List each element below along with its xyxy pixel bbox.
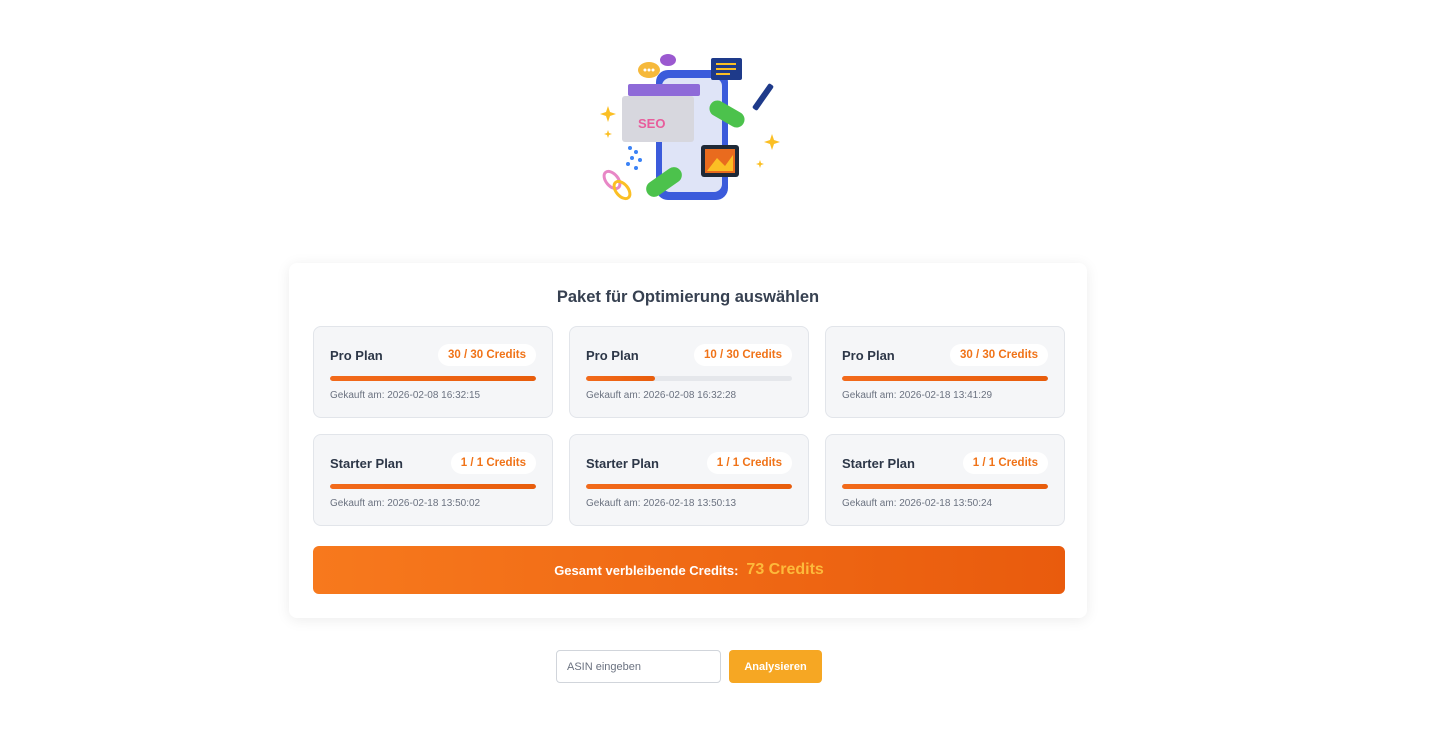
credits-progress-fill [586, 484, 792, 489]
plan-card[interactable]: Pro Plan 10 / 30 Credits Gekauft am: 202… [569, 326, 809, 418]
purchase-date: Gekauft am: 2026-02-08 16:32:15 [330, 390, 481, 401]
credits-progress-fill [330, 376, 536, 381]
credits-badge: 30 / 30 Credits [438, 344, 536, 366]
credits-badge: 1 / 1 Credits [962, 452, 1048, 474]
credits-progress-fill [330, 484, 536, 489]
total-credits-label: Gesamt verbleibende Credits: [554, 562, 739, 578]
plan-name: Starter Plan [586, 456, 659, 471]
asin-search-row: Analysieren [556, 650, 822, 683]
purchase-date: Gekauft am: 2026-02-18 13:41:29 [842, 390, 993, 401]
credits-progress-bar [330, 484, 536, 489]
credits-progress-bar [586, 484, 792, 489]
credits-progress-fill [586, 376, 655, 381]
credits-progress-fill [842, 484, 1048, 489]
credits-badge: 30 / 30 Credits [950, 344, 1048, 366]
plan-grid: Pro Plan 30 / 30 Credits Gekauft am: 202… [313, 326, 1065, 526]
plan-name: Pro Plan [842, 348, 895, 363]
panel-title: Paket für Optimierung auswählen [556, 288, 820, 306]
purchase-date: Gekauft am: 2026-02-08 16:32:28 [586, 390, 737, 401]
asin-input[interactable] [556, 650, 721, 683]
total-credits-bar: Gesamt verbleibende Credits: 73 Credits [313, 546, 1065, 594]
plan-name: Starter Plan [330, 456, 403, 471]
plan-name: Starter Plan [842, 456, 915, 471]
plan-card[interactable]: Pro Plan 30 / 30 Credits Gekauft am: 202… [825, 326, 1065, 418]
total-credits-value: 73 Credits [746, 561, 824, 578]
credits-progress-bar [586, 376, 792, 381]
purchase-date: Gekauft am: 2026-02-18 13:50:02 [330, 498, 481, 509]
plan-card[interactable]: Starter Plan 1 / 1 Credits Gekauft am: 2… [569, 434, 809, 526]
credits-badge: 1 / 1 Credits [706, 452, 792, 474]
credits-progress-bar [842, 376, 1048, 381]
plan-card[interactable]: Starter Plan 1 / 1 Credits Gekauft am: 2… [825, 434, 1065, 526]
package-selection-panel: Paket für Optimierung auswählen Pro Plan… [289, 263, 1087, 618]
plan-name: Pro Plan [330, 348, 383, 363]
credits-progress-fill [842, 376, 1048, 381]
plan-card[interactable]: Pro Plan 30 / 30 Credits Gekauft am: 202… [313, 326, 553, 418]
analyze-button[interactable]: Analysieren [729, 650, 822, 683]
seo-illustration-icon: SEO [600, 54, 780, 201]
credits-progress-bar [330, 376, 536, 381]
credits-progress-bar [842, 484, 1048, 489]
purchase-date: Gekauft am: 2026-02-18 13:50:13 [586, 498, 737, 509]
svg-text:SEO: SEO [638, 116, 665, 131]
plan-card[interactable]: Starter Plan 1 / 1 Credits Gekauft am: 2… [313, 434, 553, 526]
plan-name: Pro Plan [586, 348, 639, 363]
seo-illustration: SEO [590, 48, 790, 208]
credits-badge: 1 / 1 Credits [450, 452, 536, 474]
credits-badge: 10 / 30 Credits [694, 344, 792, 366]
purchase-date: Gekauft am: 2026-02-18 13:50:24 [842, 498, 993, 509]
